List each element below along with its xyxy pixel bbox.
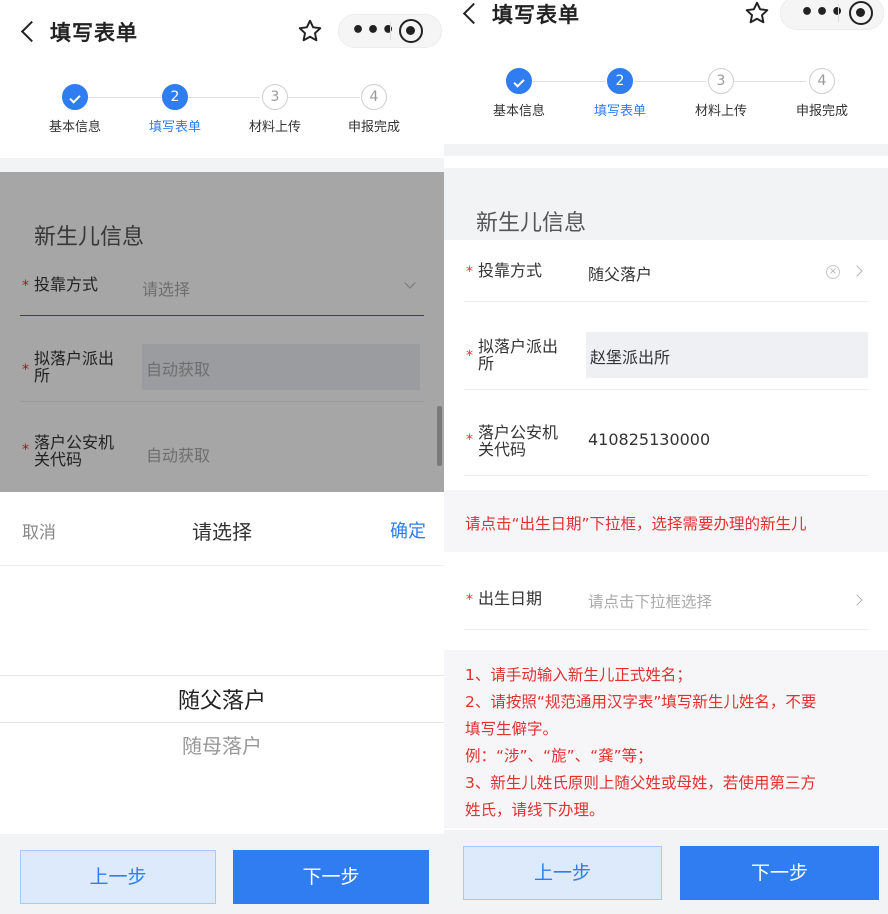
step-2: 2 填写表单 xyxy=(125,84,225,135)
separator xyxy=(444,144,888,156)
notice-line: 1、请手动输入新生儿正式姓名； xyxy=(465,666,692,684)
notice-line: 填写生僻字。 xyxy=(465,720,559,738)
step-label: 材料上传 xyxy=(248,120,301,135)
step-number: 2 xyxy=(607,68,633,94)
step-number: 4 xyxy=(809,68,835,94)
step-label: 填写表单 xyxy=(148,120,201,135)
step-4: 4 申报完成 xyxy=(772,68,872,119)
birth-date-select[interactable]: 请点击下拉框选择 xyxy=(588,590,712,612)
step-label: 基本信息 xyxy=(492,104,545,119)
required-mark: * xyxy=(466,432,473,448)
step-3: 3 材料上传 xyxy=(671,68,771,119)
left-screen: 填写表单 ••• 基本信息 2 填写表单 3 材料上传 4 申报完成 新生儿信息 xyxy=(0,0,444,914)
step-4: 4 申报完成 xyxy=(324,84,424,135)
step-1: 基本信息 xyxy=(469,68,569,119)
bottom-bar: 上一步 下一步 xyxy=(444,830,888,914)
step-label: 材料上传 xyxy=(694,104,747,119)
modal-mask[interactable] xyxy=(0,172,444,492)
chevron-right-icon xyxy=(851,265,863,277)
name-rules-notice: 1、请手动输入新生儿正式姓名； 2、请按照“规范通用汉字表”填写新生儿姓名，不要… xyxy=(444,650,888,828)
capsule-divider xyxy=(390,22,391,40)
picker-option-selected[interactable]: 随父落户 xyxy=(0,683,444,715)
picker-option[interactable]: 随母落户 xyxy=(0,730,444,759)
star-icon[interactable] xyxy=(297,18,323,44)
chevron-right-icon xyxy=(851,594,863,606)
step-number: 3 xyxy=(708,68,734,94)
field-birth-date[interactable]: * 出生日期 请点击下拉框选择 xyxy=(464,570,868,630)
step-label: 基本信息 xyxy=(48,120,101,135)
step-number: 4 xyxy=(361,84,387,110)
prev-button[interactable]: 上一步 xyxy=(463,846,662,900)
step-number: 3 xyxy=(262,84,288,110)
notice-line: 例：“涉”、“旎”、“龚”等； xyxy=(465,747,653,765)
step-done-icon xyxy=(62,84,88,110)
separator xyxy=(0,158,444,172)
required-mark: * xyxy=(466,264,473,280)
field-label: 落户公安机 xyxy=(478,423,559,442)
org-code-value: 410825130000 xyxy=(588,430,711,449)
step-label: 申报完成 xyxy=(795,104,848,119)
star-icon[interactable] xyxy=(744,0,770,26)
page-title: 填写表单 xyxy=(50,21,138,45)
right-screen: 填写表单 ••• 基本信息 2 填写表单 3 材料上传 4 申报完成 新生儿信息 xyxy=(444,0,888,914)
notice-line: 姓氏，请线下办理。 xyxy=(465,801,605,819)
prev-button[interactable]: 上一步 xyxy=(20,850,216,904)
field-label: 所 xyxy=(478,354,495,373)
picker-header: 取消 请选择 确定 xyxy=(0,492,444,566)
next-button[interactable]: 下一步 xyxy=(233,850,429,904)
step-3: 3 材料上传 xyxy=(225,84,325,135)
back-icon[interactable] xyxy=(20,20,43,43)
section-title: 新生儿信息 xyxy=(476,211,587,236)
field-org-code: * 落户公安机 关代码 410825130000 xyxy=(464,402,868,476)
select-newborn-notice: 请点击“出生日期”下拉框，选择需要办理的新生儿 xyxy=(444,490,888,552)
station-value: 赵堡派出所 xyxy=(590,348,671,367)
field-label: 出生日期 xyxy=(478,589,543,608)
field-label: 拟落户派出 xyxy=(478,337,559,356)
capsule-divider xyxy=(838,4,839,22)
scrollbar[interactable] xyxy=(437,406,442,466)
step-1: 基本信息 xyxy=(25,84,125,135)
clear-icon[interactable]: × xyxy=(826,265,840,279)
field-station: * 拟落户派出 所 赵堡派出所 xyxy=(464,316,868,390)
field-label: 关代码 xyxy=(478,440,527,459)
method-select[interactable]: 随父落户 xyxy=(588,261,652,285)
step-2: 2 填写表单 xyxy=(570,68,670,119)
navbar: 填写表单 ••• xyxy=(0,0,444,62)
step-indicator: 基本信息 2 填写表单 3 材料上传 4 申报完成 xyxy=(0,84,444,164)
required-mark: * xyxy=(466,348,473,364)
close-mini-program-icon[interactable] xyxy=(399,19,423,43)
notice-line: 2、请按照“规范通用汉字表”填写新生儿姓名，不要 xyxy=(465,693,817,711)
picker-confirm-button[interactable]: 确定 xyxy=(390,517,426,543)
navbar: 填写表单 ••• xyxy=(444,0,888,44)
step-done-icon xyxy=(506,68,532,94)
bottom-bar: 上一步 下一步 xyxy=(0,834,444,914)
back-icon[interactable] xyxy=(462,2,485,25)
next-button[interactable]: 下一步 xyxy=(680,846,879,900)
required-mark: * xyxy=(466,592,473,608)
step-label: 填写表单 xyxy=(593,104,646,119)
step-number: 2 xyxy=(162,84,188,110)
field-method[interactable]: * 投靠方式 随父落户 × xyxy=(464,242,868,302)
close-mini-program-icon[interactable] xyxy=(849,1,873,25)
notice-line: 3、新生儿姓氏原则上随父姓或母姓，若使用第三方 xyxy=(465,774,816,792)
step-label: 申报完成 xyxy=(347,120,400,135)
step-indicator: 基本信息 2 填写表单 3 材料上传 4 申报完成 xyxy=(444,68,888,148)
page-title: 填写表单 xyxy=(492,3,580,27)
field-label: 投靠方式 xyxy=(478,261,543,280)
picker-title: 请选择 xyxy=(192,520,252,544)
